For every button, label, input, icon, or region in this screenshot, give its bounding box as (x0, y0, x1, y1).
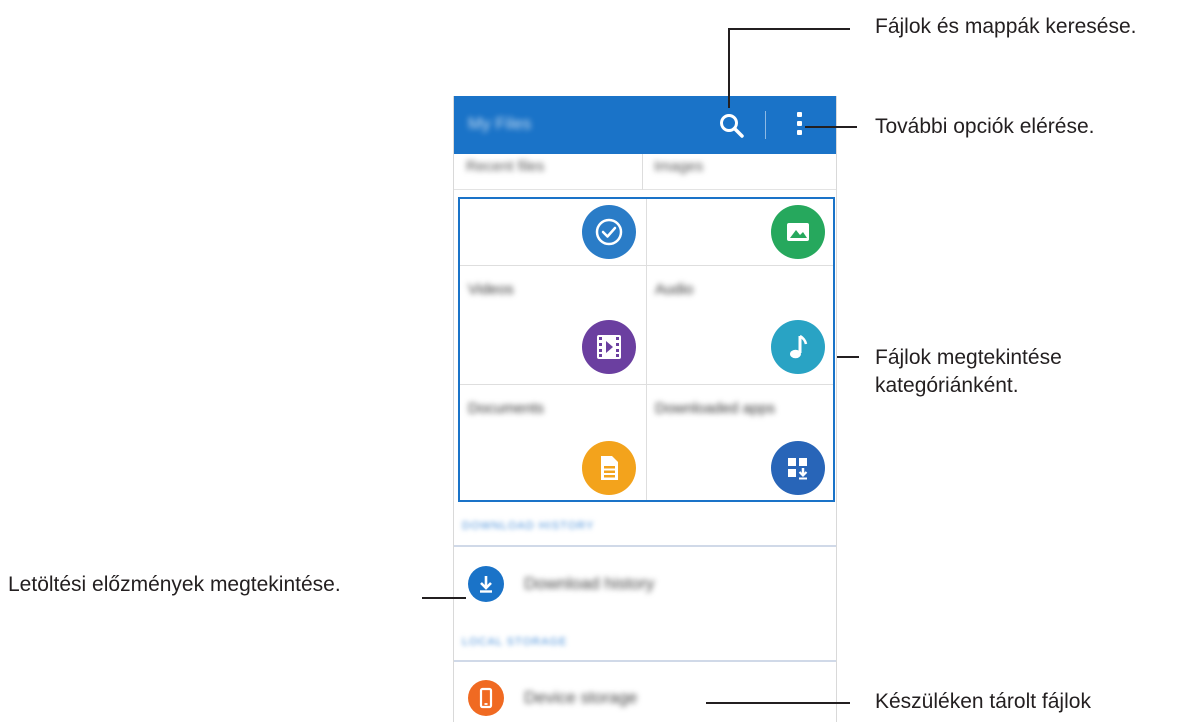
appbar-divider (765, 111, 766, 139)
local-storage-header: LOCAL STORAGE (462, 636, 568, 648)
tab-recent-files[interactable]: Recent files (466, 154, 544, 190)
download-history-label: Download history (524, 574, 655, 593)
category-audio[interactable]: Audio (647, 266, 833, 384)
downloaded-apps-icon (771, 441, 825, 495)
music-note-icon (771, 320, 825, 374)
download-icon (468, 566, 504, 602)
callout-device-storage: Készüléken tárolt fájlok (875, 690, 1091, 713)
callout-more-options: További opciók elérése. (875, 115, 1095, 138)
phone-screen: My Files Recent files Images Videos Audi… (453, 96, 837, 722)
device-storage-item[interactable]: Device storage (454, 670, 836, 722)
callout-line-more (805, 126, 857, 128)
category-grid: Videos Audio Documents Downloaded apps (458, 197, 835, 502)
callout-line-device (706, 702, 850, 704)
document-icon (582, 441, 636, 495)
callout-line-history (422, 597, 466, 599)
category-tabs: Recent files Images (454, 154, 836, 190)
category-downloaded-apps[interactable]: Downloaded apps (647, 385, 833, 500)
category-label: Audio (655, 281, 694, 298)
search-icon[interactable] (716, 110, 748, 142)
category-documents[interactable]: Documents (460, 385, 646, 500)
phone-icon (468, 680, 504, 716)
clock-icon (582, 205, 636, 259)
category-videos[interactable]: Videos (460, 266, 646, 384)
app-bar: My Files (454, 96, 836, 154)
device-storage-label: Device storage (524, 688, 638, 707)
callout-categories-line2: kategóriánként. (875, 374, 1019, 397)
callout-line-categories (837, 356, 859, 358)
category-images[interactable] (647, 199, 833, 265)
download-history-header: DOWNLOAD HISTORY (462, 520, 595, 532)
callout-search: Fájlok és mappák keresése. (875, 15, 1137, 38)
tab-divider (642, 154, 643, 190)
category-label: Videos (468, 281, 514, 298)
callout-line-search (728, 28, 850, 30)
image-icon (771, 205, 825, 259)
app-title: My Files (468, 114, 532, 133)
video-icon (582, 320, 636, 374)
tab-images[interactable]: Images (654, 154, 703, 190)
section-divider (454, 660, 836, 662)
more-options-icon[interactable] (787, 108, 811, 142)
category-recent[interactable] (460, 199, 646, 265)
callout-categories-line1: Fájlok megtekintése (875, 346, 1062, 369)
category-label: Downloaded apps (655, 400, 776, 417)
download-history-item[interactable]: Download history (454, 556, 836, 614)
callout-download-history: Letöltési előzmények megtekintése. (8, 573, 341, 596)
callout-line-search (728, 28, 730, 108)
category-label: Documents (468, 400, 544, 417)
section-divider (454, 545, 836, 547)
